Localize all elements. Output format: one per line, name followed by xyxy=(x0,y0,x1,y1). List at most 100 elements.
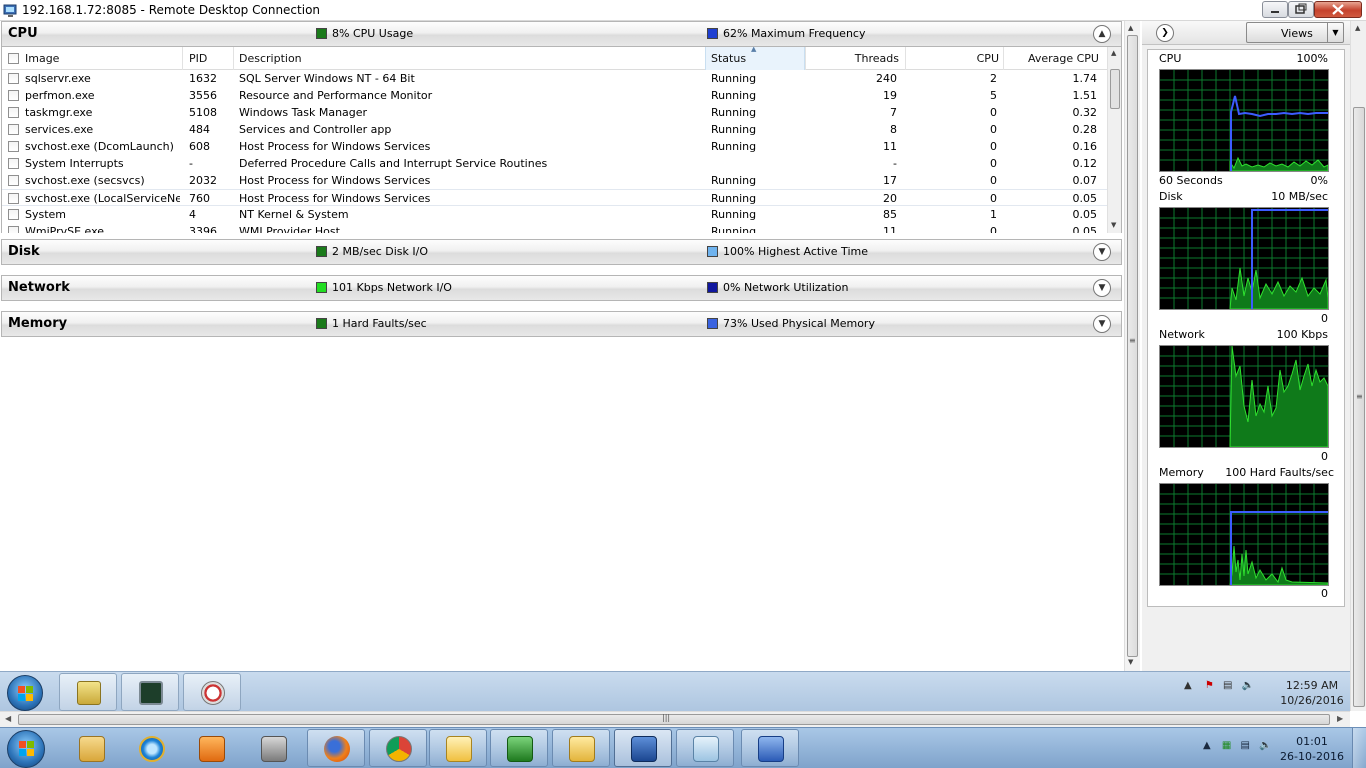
row-checkbox[interactable] xyxy=(8,124,19,135)
remote-date: 10/26/2016 xyxy=(1280,694,1344,707)
taskbar-outlook-calendar[interactable] xyxy=(429,729,487,767)
cell-status: Running xyxy=(711,192,757,205)
taskbar-chrome[interactable] xyxy=(369,729,427,767)
row-checkbox[interactable] xyxy=(8,175,19,186)
volume-icon[interactable]: 🔈 xyxy=(1242,680,1254,691)
taskbar-remote-desktop[interactable] xyxy=(614,729,672,767)
taskbar-remote-admin[interactable] xyxy=(244,729,302,767)
column-header-description[interactable]: Description xyxy=(239,52,302,65)
scroll-up-arrow-icon[interactable]: ▲ xyxy=(1355,24,1360,32)
network-io-text: 101 Kbps Network I/O xyxy=(332,281,452,294)
show-hidden-icons-arrow-icon[interactable]: ▲ xyxy=(1203,740,1211,751)
server-manager-task[interactable] xyxy=(59,673,117,711)
table-row[interactable]: services.exe 484 Services and Controller… xyxy=(2,121,1107,138)
expand-chevron-down-icon[interactable]: ▼ xyxy=(1093,279,1111,297)
row-checkbox[interactable] xyxy=(8,107,19,118)
row-checkbox[interactable] xyxy=(8,158,19,169)
disk-section-header[interactable]: Disk 2 MB/sec Disk I/O 100% Highest Acti… xyxy=(1,239,1122,265)
taskbar-outlook-mail[interactable] xyxy=(62,729,120,767)
horizontal-scroll-thumb[interactable] xyxy=(18,714,1330,725)
remote-clock[interactable]: 12:59 AM 10/26/2016 xyxy=(1276,678,1348,708)
row-checkbox[interactable] xyxy=(8,141,19,152)
show-hidden-icons-arrow-icon[interactable]: ▲ xyxy=(1184,680,1192,691)
minimize-button[interactable] xyxy=(1262,1,1288,18)
expand-chevron-down-icon[interactable]: ▼ xyxy=(1093,315,1111,333)
cpu-section-header[interactable]: CPU 8% CPU Usage 62% Maximum Frequency ▲ xyxy=(1,21,1122,47)
row-checkbox[interactable] xyxy=(8,73,19,84)
collapse-chevron-up-icon[interactable]: ▲ xyxy=(1093,25,1111,43)
cell-description: NT Kernel & System xyxy=(239,208,349,221)
cell-average-cpu: 0.07 xyxy=(1072,174,1098,187)
scroll-grip-icon: ≡ xyxy=(1129,336,1136,345)
views-dropdown-button[interactable]: Views ▼ xyxy=(1246,22,1344,43)
row-checkbox[interactable] xyxy=(8,226,19,233)
local-clock[interactable]: 01:01 26-10-2016 xyxy=(1276,734,1348,764)
expand-chevron-down-icon[interactable]: ▼ xyxy=(1093,243,1111,261)
scroll-down-arrow-icon[interactable]: ▼ xyxy=(1128,658,1133,666)
taskbar-internet-explorer[interactable] xyxy=(122,729,180,767)
volume-icon[interactable]: 🔈 xyxy=(1259,740,1271,751)
excel-icon xyxy=(507,736,533,762)
table-row[interactable]: svchost.exe (LocalServiceNet... 760 Host… xyxy=(2,189,1107,206)
network-section-header[interactable]: Network 101 Kbps Network I/O 0% Network … xyxy=(1,275,1122,301)
taskbar-notepad[interactable] xyxy=(676,729,734,767)
column-header-cpu[interactable]: CPU xyxy=(907,52,999,65)
remote-vertical-scrollbar[interactable]: ▲ ≡ xyxy=(1350,21,1366,711)
server-manager-icon xyxy=(77,681,101,705)
table-vertical-scrollbar[interactable]: ▲ ▼ xyxy=(1107,47,1121,233)
show-desktop-button[interactable] xyxy=(1352,728,1366,768)
restore-button[interactable] xyxy=(1288,1,1314,18)
column-header-status[interactable]: Status xyxy=(711,52,746,65)
memory-section-header[interactable]: Memory 1 Hard Faults/sec 73% Used Physic… xyxy=(1,311,1122,337)
collapse-pane-arrow-icon[interactable]: ❯ xyxy=(1156,24,1174,42)
row-checkbox[interactable] xyxy=(8,209,19,220)
select-all-checkbox[interactable] xyxy=(8,53,19,64)
main-scroll-thumb[interactable]: ≡ xyxy=(1127,35,1138,657)
table-scroll-thumb[interactable] xyxy=(1110,69,1120,109)
taskbar-file-explorer[interactable] xyxy=(552,729,610,767)
row-checkbox[interactable] xyxy=(8,193,19,204)
scroll-grip-icon: ||| xyxy=(662,713,671,722)
main-vertical-scrollbar[interactable]: ▲ ≡ ▼ xyxy=(1124,21,1140,671)
sort-ascending-icon: ▲ xyxy=(751,47,757,53)
table-row[interactable]: WmiPrvSE.exe 3396 WMI Provider Host Runn… xyxy=(2,223,1107,233)
start-button[interactable] xyxy=(7,730,45,768)
column-header-threads[interactable]: Threads xyxy=(807,52,899,65)
column-header-pid[interactable]: PID xyxy=(189,52,207,65)
cell-average-cpu: 0.32 xyxy=(1072,106,1098,119)
disk-active-legend-square xyxy=(707,246,718,257)
network-graph-max: 100 Kbps xyxy=(1276,328,1328,341)
remote-start-button[interactable] xyxy=(7,675,43,711)
network-icon[interactable]: ▤ xyxy=(1223,680,1232,691)
table-row[interactable]: System Interrupts - Deferred Procedure C… xyxy=(2,155,1107,172)
remote-scroll-thumb[interactable]: ≡ xyxy=(1353,107,1365,707)
scroll-down-arrow-icon[interactable]: ▼ xyxy=(1111,221,1116,229)
close-button[interactable] xyxy=(1314,1,1362,18)
resource-monitor-task[interactable] xyxy=(121,673,179,711)
taskbar-media-player[interactable] xyxy=(182,729,240,767)
action-center-icon[interactable]: ⚑ xyxy=(1205,680,1214,691)
dropdown-arrow-icon[interactable]: ▼ xyxy=(1327,23,1343,42)
battery-icon[interactable]: ▦ xyxy=(1222,740,1231,751)
scroll-right-arrow-icon[interactable]: ▶ xyxy=(1337,714,1343,723)
performance-monitor-task[interactable] xyxy=(183,673,241,711)
table-row[interactable]: sqlservr.exe 1632 SQL Server Windows NT … xyxy=(2,70,1107,87)
taskbar-excel[interactable] xyxy=(490,729,548,767)
table-row[interactable]: perfmon.exe 3556 Resource and Performanc… xyxy=(2,87,1107,104)
column-header-average-cpu[interactable]: Average CPU xyxy=(1005,52,1099,65)
taskbar-firefox[interactable] xyxy=(307,729,365,767)
network-icon[interactable]: ▤ xyxy=(1241,740,1250,751)
row-checkbox[interactable] xyxy=(8,90,19,101)
scroll-up-arrow-icon[interactable]: ▲ xyxy=(1111,49,1116,57)
table-row[interactable]: taskmgr.exe 5108 Windows Task Manager Ru… xyxy=(2,104,1107,121)
remote-desktop-icon xyxy=(3,4,17,17)
table-row[interactable]: svchost.exe (DcomLaunch) 608 Host Proces… xyxy=(2,138,1107,155)
scroll-up-arrow-icon[interactable]: ▲ xyxy=(1128,24,1133,32)
table-row[interactable]: svchost.exe (secsvcs) 2032 Host Process … xyxy=(2,172,1107,189)
table-row[interactable]: System 4 NT Kernel & System Running 85 1… xyxy=(2,206,1107,223)
remote-horizontal-scrollbar[interactable]: ◀ ||| ▶ xyxy=(0,711,1350,727)
chrome-icon xyxy=(386,736,412,762)
column-header-image[interactable]: Image xyxy=(25,52,59,65)
taskbar-word[interactable] xyxy=(741,729,799,767)
scroll-left-arrow-icon[interactable]: ◀ xyxy=(5,714,11,723)
